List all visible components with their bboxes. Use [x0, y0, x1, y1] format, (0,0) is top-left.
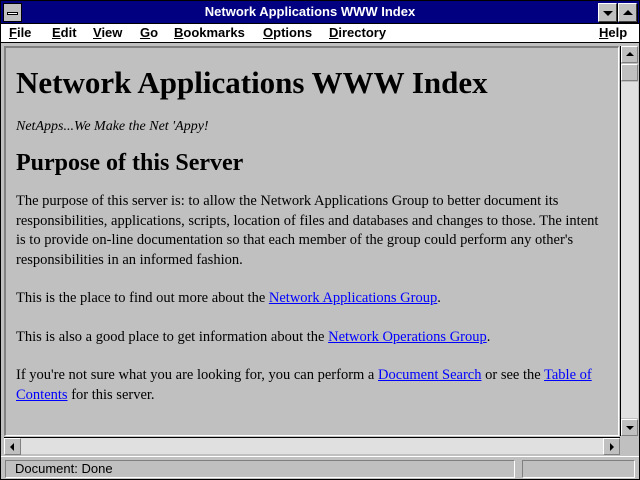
minimize-icon — [603, 11, 613, 16]
document-view[interactable]: Network Applications WWW Index NetApps..… — [4, 46, 619, 436]
page-heading: Network Applications WWW Index — [16, 65, 488, 100]
arrow-down-icon — [626, 426, 634, 430]
paragraph-text: . — [437, 290, 441, 306]
network-operations-group-link[interactable]: Network Operations Group — [328, 329, 487, 345]
menu-help[interactable]: Help — [599, 25, 627, 41]
operations-group-paragraph: This is also a good place to get informa… — [16, 328, 606, 348]
menu-options[interactable]: Options — [263, 25, 312, 41]
menu-view[interactable]: View — [93, 25, 122, 41]
menu-edit[interactable]: Edit — [52, 25, 77, 41]
purpose-paragraph: The purpose of this server is: to allow … — [16, 193, 599, 268]
arrow-up-icon — [626, 52, 634, 56]
scroll-down-button[interactable] — [621, 419, 638, 436]
document-search-link[interactable]: Document Search — [378, 367, 481, 383]
search-paragraph: If you're not sure what you are looking … — [16, 366, 606, 405]
scroll-right-button[interactable] — [603, 438, 620, 455]
paragraph-text: This is the place to find out more about… — [16, 290, 269, 306]
arrow-right-icon — [610, 443, 614, 451]
applications-group-paragraph: This is the place to find out more about… — [16, 289, 606, 309]
minimize-button[interactable] — [598, 3, 617, 22]
menu-bar: File Edit View Go Bookmarks Options Dire… — [1, 24, 639, 43]
status-text: Document: Done — [5, 460, 515, 478]
paragraph-text: . — [486, 328, 491, 345]
paragraph-text: If you're not sure what you are looking … — [16, 367, 378, 383]
paragraph-text: This is also a good place to get informa… — [16, 328, 329, 345]
paragraph-text: for this server. — [67, 386, 155, 403]
menu-bookmarks[interactable]: Bookmarks — [174, 25, 245, 41]
system-menu-button[interactable] — [3, 3, 22, 22]
vertical-scroll-track[interactable] — [621, 82, 638, 418]
menu-directory[interactable]: Directory — [329, 25, 386, 41]
menu-go[interactable]: Go — [140, 25, 158, 41]
progress-indicator — [522, 460, 635, 478]
paragraph-text: or see the — [481, 367, 545, 383]
arrow-left-icon — [10, 443, 14, 451]
system-menu-icon — [7, 12, 18, 15]
browser-window: Network Applications WWW Index File Edit… — [0, 0, 640, 480]
maximize-button[interactable] — [618, 3, 637, 22]
scroll-up-button[interactable] — [621, 46, 638, 63]
page-tagline: NetApps...We Make the Net 'Appy! — [16, 119, 209, 134]
window-title: Network Applications WWW Index — [204, 4, 416, 19]
status-bar: Document: Done — [1, 456, 639, 479]
vertical-scroll-thumb[interactable] — [621, 64, 638, 81]
section-title: Purpose of this Server — [16, 150, 244, 176]
document-body: Network Applications WWW Index NetApps..… — [16, 64, 606, 424]
horizontal-scrollbar[interactable] — [4, 437, 620, 455]
network-applications-group-link[interactable]: Network Applications Group — [269, 290, 437, 306]
vertical-scrollbar[interactable] — [620, 46, 638, 436]
title-bar[interactable]: Network Applications WWW Index — [1, 1, 639, 24]
menu-file[interactable]: File — [9, 25, 31, 41]
scroll-left-button[interactable] — [4, 438, 21, 455]
maximize-icon — [623, 10, 633, 15]
